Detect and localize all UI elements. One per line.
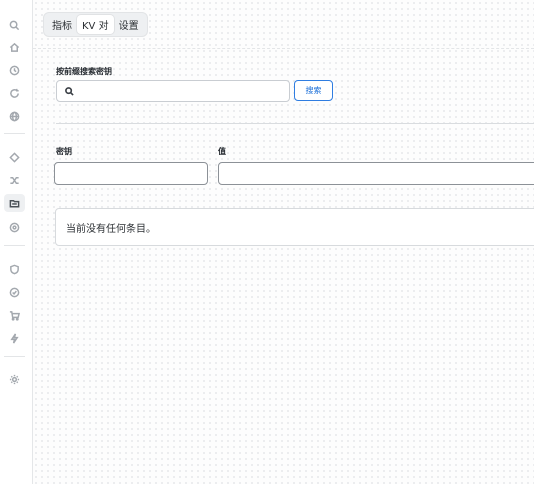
entries-panel: 当前没有任何条目。 [55,208,534,246]
header-divider [33,48,534,49]
tab-bar: 指标 KV 对 设置 [43,12,148,37]
search-icon [65,86,74,96]
gear-icon[interactable] [8,373,20,385]
folder-icon[interactable] [8,197,20,209]
settings-circle-icon[interactable] [8,221,20,233]
empty-message: 当前没有任何条目。 [66,223,156,235]
refresh-icon[interactable] [8,87,20,99]
shield-check-icon[interactable] [8,286,20,298]
shield-icon[interactable] [8,263,20,275]
sidebar-divider [4,356,25,357]
tab-metrics[interactable]: 指标 [47,15,77,34]
search-button[interactable]: 搜索 [294,80,333,101]
sidebar [0,0,33,484]
search-input[interactable] [79,86,289,96]
search-icon[interactable] [8,19,20,31]
value-input[interactable] [219,165,534,187]
key-input[interactable] [55,165,207,187]
cart-icon[interactable] [8,309,20,321]
diamond-icon[interactable] [8,151,20,163]
tab-settings[interactable]: 设置 [114,15,144,34]
history-icon[interactable] [8,64,20,76]
bolt-icon[interactable] [8,332,20,344]
key-label: 密钥 [56,147,72,156]
search-label: 按前缀搜索密钥 [56,67,112,76]
section-divider [56,123,534,124]
shuffle-icon[interactable] [8,174,20,186]
value-label: 值 [218,147,226,156]
sidebar-divider [4,133,25,134]
home-icon[interactable] [8,41,20,53]
search-field[interactable] [56,80,290,102]
tab-kv-pairs[interactable]: KV 对 [77,15,114,34]
key-field[interactable] [54,162,208,187]
value-field[interactable] [218,162,534,187]
globe-icon[interactable] [8,110,20,122]
sidebar-divider [4,245,25,246]
